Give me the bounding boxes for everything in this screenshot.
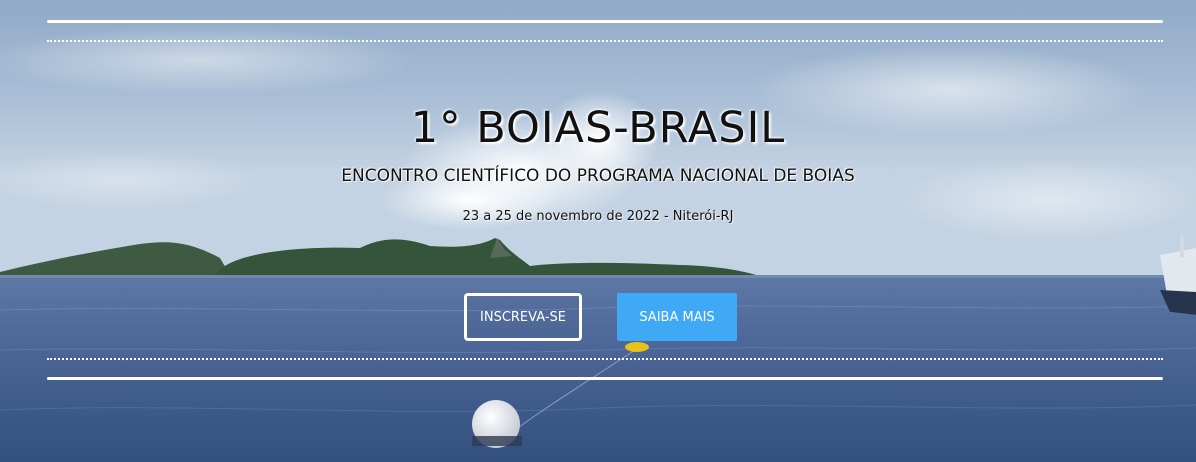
event-date-location: 23 a 25 de novembro de 2022 - Niterói-RJ: [462, 209, 734, 224]
page-title: 1° BOIAS-BRASIL: [410, 102, 786, 153]
top-dotted-divider: [47, 40, 1163, 42]
ocean-background-image: [0, 0, 1196, 462]
hero-banner: 1° BOIAS-BRASIL ENCONTRO CIENTÍFICO DO P…: [0, 0, 1196, 462]
learn-more-button[interactable]: SAIBA MAIS: [617, 293, 737, 341]
bottom-dotted-divider: [47, 358, 1163, 360]
bottom-solid-divider: [47, 377, 1163, 380]
event-subtitle: ENCONTRO CIENTÍFICO DO PROGRAMA NACIONAL…: [341, 166, 855, 186]
top-solid-divider: [47, 20, 1163, 23]
register-button[interactable]: INSCREVA-SE: [464, 293, 582, 341]
